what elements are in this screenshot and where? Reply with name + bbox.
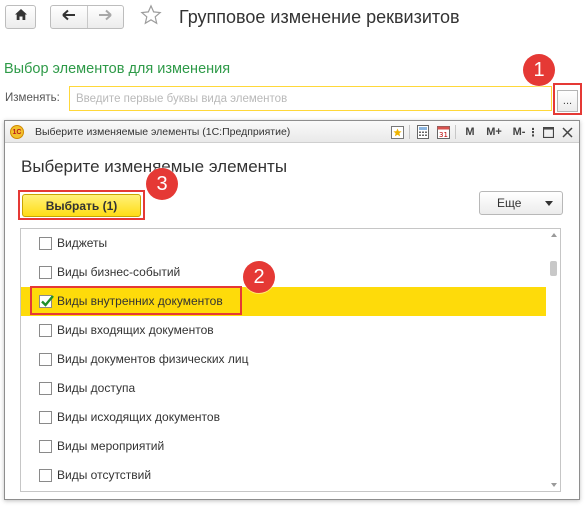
list-item-label: Виды отсутствий — [57, 468, 152, 482]
annotation-badge-1: 1 — [523, 54, 555, 86]
maximize-icon[interactable] — [541, 124, 555, 140]
calculator-icon[interactable] — [415, 124, 431, 140]
app-logo-icon: 1С — [10, 125, 24, 139]
list-item-label: Виды доступа — [57, 381, 136, 395]
more-button-label: Еще — [497, 196, 522, 210]
titlebar-separator — [455, 125, 456, 139]
arrow-left-icon — [62, 8, 76, 26]
arrow-right-icon — [98, 8, 112, 26]
list-item-label: Виды документов физических лиц — [57, 352, 249, 366]
list-item-checkbox[interactable] — [39, 324, 52, 337]
scrollbar-thumb[interactable] — [550, 261, 557, 276]
dialog-window-title: Выберите изменяемые элементы (1С:Предпри… — [35, 126, 291, 138]
change-label: Изменять: — [5, 92, 60, 104]
list-item-label: Виды бизнес-событий — [57, 265, 181, 279]
dialog-titlebar: 1С Выберите изменяемые элементы (1С:Пред… — [5, 121, 579, 143]
scroll-down-arrow-icon[interactable] — [551, 483, 557, 487]
list-item-checkbox[interactable] — [39, 440, 52, 453]
list-item-checkbox[interactable] — [39, 353, 52, 366]
list-item-label: Виды мероприятий — [57, 439, 165, 453]
list-item-checkbox[interactable] — [39, 237, 52, 250]
memory-plus-button[interactable]: M+ — [485, 124, 503, 140]
page-title: Групповое изменение реквизитов — [179, 7, 460, 27]
list-item[interactable]: Виды доступа — [21, 374, 547, 403]
calendar-icon[interactable]: 31 — [435, 124, 451, 140]
annotation-highlight-checked-row — [30, 286, 242, 315]
forward-button[interactable] — [86, 6, 124, 28]
home-icon — [14, 8, 28, 26]
list-item[interactable]: Виды отсутствий — [21, 461, 547, 490]
list-item-label: Виды исходящих документов — [57, 410, 220, 424]
memory-m-button[interactable]: M — [463, 124, 477, 140]
back-button[interactable] — [51, 6, 87, 28]
list-item-checkbox[interactable] — [39, 469, 52, 482]
star-icon — [140, 3, 162, 31]
list-item-checkbox[interactable] — [39, 382, 52, 395]
annotation-badge-3: 3 — [146, 168, 178, 200]
list-item[interactable]: Виды мероприятий — [21, 432, 547, 461]
list-item-checkbox[interactable] — [39, 266, 52, 279]
scroll-up-arrow-icon[interactable] — [551, 233, 557, 237]
annotation-badge-2: 2 — [243, 261, 275, 293]
list-item[interactable]: Виджеты — [21, 229, 547, 258]
list-item-label: Виды входящих документов — [57, 323, 214, 337]
select-elements-dialog: 1С Выберите изменяемые элементы (1С:Пред… — [4, 120, 580, 500]
close-icon[interactable] — [560, 124, 574, 140]
element-kind-search-input[interactable] — [69, 86, 552, 111]
more-button[interactable]: Еще — [479, 191, 563, 215]
list-item[interactable]: Виды документов физических лиц — [21, 345, 547, 374]
list-item[interactable]: Виды входящих документов — [21, 316, 547, 345]
list-item-checkbox[interactable] — [39, 411, 52, 424]
more-actions-icon[interactable]: ⋮ — [528, 124, 539, 140]
add-to-favorites-button[interactable] — [136, 2, 166, 32]
list-item[interactable]: Виды исходящих документов — [21, 403, 547, 432]
annotation-highlight-picker — [553, 83, 582, 115]
elements-list: Виджеты Виды бизнес-событий Виды внутренни… — [20, 228, 561, 492]
titlebar-separator — [409, 125, 410, 139]
list-item-label: Виджеты — [57, 236, 108, 250]
navigation-buttons — [50, 5, 124, 29]
favorites-icon[interactable] — [389, 124, 405, 140]
home-button[interactable] — [5, 5, 36, 29]
svg-text:31: 31 — [439, 131, 448, 139]
chevron-down-icon — [545, 201, 553, 206]
section-title: Выбор элементов для изменения — [4, 61, 231, 77]
vertical-scrollbar[interactable] — [546, 229, 560, 491]
memory-minus-button[interactable]: M- — [510, 124, 528, 140]
list-item[interactable]: Виды бизнес-событий — [21, 258, 547, 287]
annotation-highlight-select — [18, 190, 145, 220]
